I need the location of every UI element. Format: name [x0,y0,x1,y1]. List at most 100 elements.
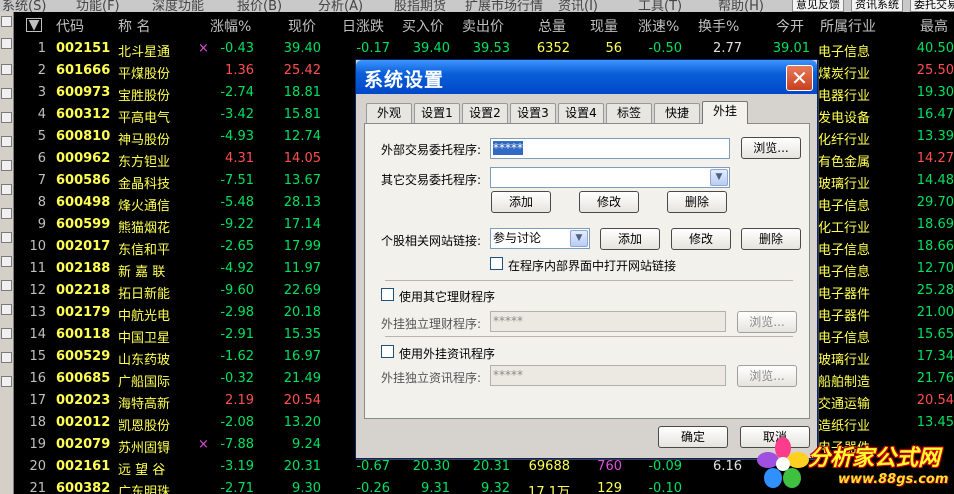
toolbar-icon[interactable] [1,304,12,315]
toolbar-icon[interactable] [1,16,12,27]
toolbar-icon[interactable] [1,64,12,75]
toolbar-icon[interactable] [1,280,12,291]
cell-name: 海特高新 [118,397,171,412]
site-link-select[interactable]: 参与讨论 ▼ [490,228,590,249]
cell-idx: 20 [29,459,46,474]
cell-ind: 电子器件 [818,309,871,324]
tab-appearance[interactable]: 外观 [366,103,412,123]
cell-chg: -2.74 [220,85,254,100]
add-trade-button[interactable]: 添加 [491,191,551,213]
cell-code: 600118 [56,327,111,342]
toolbar-icon[interactable] [1,376,12,387]
trade-browse-button[interactable]: 浏览... [741,137,801,159]
menu-news[interactable]: 资讯(I) [558,0,598,12]
toolbar-icon[interactable] [1,208,12,219]
menu-tools[interactable]: 工具(T) [638,0,682,12]
header-price[interactable]: 现价 [288,16,316,36]
toolbar-icon[interactable] [1,232,12,243]
menu-index-futures[interactable]: 股指期货 [394,0,446,12]
use-finance-checkbox[interactable] [381,288,394,301]
trade-program-input[interactable]: ***** [490,138,730,159]
cell-rise: -0.67 [356,459,390,474]
other-trade-select[interactable]: ▼ [490,167,730,188]
cell-ind: 电子信息 [818,199,871,214]
header-industry[interactable]: 所属行业 [820,16,876,36]
cell-ind: 交通运输 [818,397,871,412]
tab-plugins[interactable]: 外挂 [702,101,748,124]
cell-code: 600382 [56,481,111,494]
trade-button[interactable]: 委托交易 [910,0,954,12]
cell-ind: 电子信息 [818,45,871,60]
dialog-title-bar[interactable]: 系统设置 ✕ [356,60,817,94]
sort-dropdown-icon[interactable]: ▼ [26,18,42,32]
news-program-input[interactable]: ***** [490,365,726,386]
cell-name: 山东药玻 [118,353,171,368]
cell-ind: 煤炭行业 [818,67,871,82]
cell-idx: 11 [29,261,46,276]
cell-code: 600810 [56,129,111,144]
cell-name: 神马股份 [118,133,171,148]
finance-program-input[interactable]: ***** [490,311,726,332]
delete-link-button[interactable]: 删除 [741,228,801,250]
tab-labels[interactable]: 标签 [606,103,652,123]
menu-function[interactable]: 功能(F) [76,0,120,12]
header-speed[interactable]: 涨速% [638,16,679,36]
cell-price: 11.97 [283,261,321,276]
close-icon[interactable]: ✕ [786,65,813,91]
header-ask[interactable]: 卖出价 [462,16,504,36]
feedback-button[interactable]: 意见反馈 [792,0,844,12]
cell-high: 20.54 [916,393,954,408]
edit-trade-button[interactable]: 修改 [579,191,639,213]
header-name[interactable]: 称 名 [118,16,150,36]
tab-settings-1[interactable]: 设置1 [414,103,460,123]
menu-help[interactable]: 帮助(H) [718,0,764,12]
header-daily-change[interactable]: 日涨跌 [342,16,384,36]
menu-extended-market[interactable]: 扩展市场行情 [465,0,543,12]
header-code[interactable]: 代码 [56,16,84,36]
menu-system[interactable]: 系统(S) [2,0,46,12]
edit-link-button[interactable]: 修改 [671,228,731,250]
menu-analysis[interactable]: 分析(A) [318,0,363,12]
inner-open-checkbox[interactable] [490,257,503,270]
tab-settings-4[interactable]: 设置4 [558,103,604,123]
cell-code: 600529 [56,349,111,364]
cell-code: 002179 [56,305,111,320]
header-open[interactable]: 今开 [776,16,804,36]
cell-name: 东信和平 [118,243,171,258]
ok-button[interactable]: 确定 [658,426,728,448]
delete-trade-button[interactable]: 删除 [667,191,727,213]
trade-program-label: 外部交易委托程序: [381,143,482,157]
use-news-checkbox[interactable] [381,345,394,358]
menu-deep-function[interactable]: 深度功能 [152,0,204,12]
header-high[interactable]: 最高 [920,16,948,36]
tab-shortcuts[interactable]: 快捷 [654,103,700,123]
news-browse-button[interactable]: 浏览... [737,365,797,387]
table-row[interactable]: 1 002151 北斗星通 × -0.43 39.40 -0.17 39.40 39.53 635… [14,38,954,60]
news-system-button[interactable]: 资讯系统 [851,0,903,12]
add-link-button[interactable]: 添加 [600,228,660,250]
tab-settings-2[interactable]: 设置2 [462,103,508,123]
toolbar-icon[interactable] [1,352,12,363]
cell-ind: 玻璃行业 [818,353,871,368]
chevron-down-icon[interactable]: ▼ [710,169,728,186]
header-change-pct[interactable]: 涨幅% [210,16,251,36]
finance-browse-button[interactable]: 浏览... [737,311,797,333]
toolbar-icon[interactable] [1,38,12,49]
toolbar-icon[interactable] [1,256,12,267]
toolbar-icon[interactable] [1,328,12,339]
tab-settings-3[interactable]: 设置3 [510,103,556,123]
header-volume[interactable]: 总量 [538,16,566,36]
toolbar-icon[interactable] [1,112,12,123]
cell-buy: 20.30 [412,459,450,474]
header-bid[interactable]: 买入价 [402,16,444,36]
menu-quote[interactable]: 报价(B) [237,0,282,12]
toolbar-icon[interactable] [1,160,12,171]
cell-name: 中国卫星 [118,331,171,346]
toolbar-icon[interactable] [1,88,12,99]
cell-vol: 17.1万 [528,485,570,494]
toolbar-icon[interactable] [1,136,12,147]
toolbar-icon[interactable] [1,184,12,195]
chevron-down-icon[interactable]: ▼ [570,230,588,247]
header-current-volume[interactable]: 现量 [590,16,618,36]
header-turnover[interactable]: 换手% [698,16,739,36]
